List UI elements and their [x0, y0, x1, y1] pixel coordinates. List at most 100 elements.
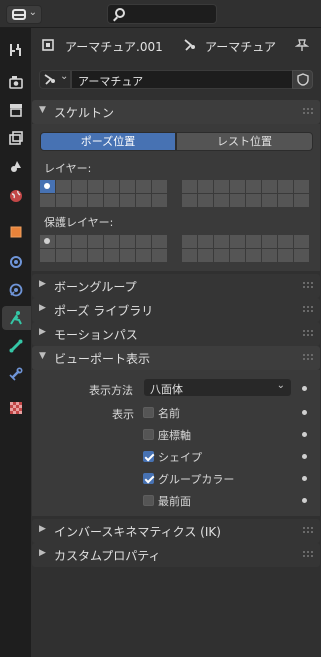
protected-layer-grid-left[interactable] [40, 235, 167, 262]
section-motion-paths-header[interactable]: ▶ モーションパス [32, 322, 320, 346]
show-axes-checkbox[interactable] [143, 429, 154, 440]
properties-editor-icon [12, 9, 26, 20]
tab-texture[interactable] [4, 396, 28, 420]
physics-icon [9, 283, 23, 297]
object-icon [42, 39, 54, 51]
layer-grid-right[interactable] [182, 180, 309, 207]
show-shapes-checkbox[interactable] [143, 451, 154, 462]
armature-icon [184, 39, 195, 51]
show-names-checkbox[interactable] [143, 407, 154, 418]
properties-panel: アーマチュア.001 アーマチュア ⌄ アーマチュア ▼ スケルトン ポーズ位置… [31, 28, 321, 657]
in-front-label: 最前面 [158, 495, 191, 508]
drag-handle-icon[interactable] [303, 330, 315, 336]
display-as-value: 八面体 [150, 383, 183, 396]
show-axes-label: 座標軸 [158, 429, 191, 442]
scene-icon [11, 161, 21, 172]
chevron-down-icon: ⌄ [60, 71, 69, 82]
collapsed-arrow-icon: ▶ [39, 548, 46, 558]
collapsed-arrow-icon: ▶ [39, 303, 46, 313]
protected-layer-grid-right[interactable] [182, 235, 309, 262]
show-shapes-label: シェイプ [158, 451, 202, 464]
keyframe-dot-icon[interactable] [302, 432, 307, 437]
section-title: モーションパス [54, 328, 138, 342]
section-custom-properties-header[interactable]: ▶ カスタムプロパティ [32, 543, 320, 567]
tab-object[interactable] [4, 220, 28, 244]
expanded-arrow-icon: ▼ [39, 351, 46, 361]
editor-header: ⌄ [0, 0, 321, 28]
keyframe-dot-icon[interactable] [302, 410, 307, 415]
section-title: インバースキネマティクス (IK) [54, 525, 221, 539]
pose-position-button[interactable]: ポーズ位置 [40, 132, 176, 151]
tab-tool[interactable] [4, 38, 28, 62]
pin-icon[interactable] [295, 38, 309, 52]
breadcrumb: アーマチュア.001 アーマチュア [31, 28, 321, 61]
tab-view-layer[interactable] [4, 126, 28, 150]
display-as-label: 表示方法 [89, 384, 133, 397]
tab-output[interactable] [4, 98, 28, 122]
armature-icon [44, 74, 55, 85]
world-icon [10, 190, 22, 202]
collapsed-arrow-icon: ▶ [39, 524, 46, 534]
collapsed-arrow-icon: ▶ [39, 327, 46, 337]
drag-handle-icon[interactable] [303, 354, 315, 360]
keyframe-dot-icon[interactable] [302, 476, 307, 481]
section-pose-library-header[interactable]: ▶ ポーズ ライブラリ [32, 298, 320, 322]
render-icon [9, 76, 23, 89]
section-title: ポーズ ライブラリ [54, 304, 154, 318]
tab-world[interactable] [4, 184, 28, 208]
keyframe-dot-icon[interactable] [302, 386, 307, 391]
tab-bone[interactable] [4, 334, 28, 358]
section-skeleton-body: ポーズ位置 レスト位置 レイヤー: 保護レイヤー: [32, 124, 320, 271]
expanded-arrow-icon: ▼ [39, 105, 46, 115]
search-input[interactable] [107, 4, 217, 24]
protected-layers-label: 保護レイヤー: [44, 216, 114, 229]
display-as-select[interactable]: 八面体 ⌄ [143, 378, 292, 397]
layer-grid-left[interactable] [40, 180, 167, 207]
group-colors-checkbox[interactable] [143, 473, 154, 484]
editor-type-menu[interactable]: ⌄ [6, 5, 42, 24]
section-title: ビューポート表示 [54, 352, 151, 366]
chevron-down-icon: ⌄ [276, 380, 285, 391]
fake-user-button[interactable] [292, 70, 313, 89]
tab-render[interactable] [4, 70, 28, 94]
section-viewport-display-header[interactable]: ▼ ビューポート表示 [32, 346, 320, 370]
drag-handle-icon[interactable] [303, 527, 315, 533]
datablock-selector: ⌄ アーマチュア [31, 66, 321, 90]
bone-icon [9, 339, 23, 353]
chevron-down-icon: ⌄ [28, 7, 37, 18]
tab-modifiers[interactable] [4, 250, 28, 274]
show-label: 表示 [112, 408, 134, 421]
keyframe-dot-icon[interactable] [302, 498, 307, 503]
section-skeleton-header[interactable]: ▼ スケルトン [32, 100, 320, 124]
section-title: カスタムプロパティ [54, 549, 161, 563]
drag-handle-icon[interactable] [303, 306, 315, 312]
drag-handle-icon[interactable] [303, 108, 315, 114]
browse-armature-button[interactable]: ⌄ [39, 70, 71, 89]
output-icon [10, 104, 22, 117]
tab-armature-data[interactable] [2, 306, 31, 330]
tab-bone-constraints[interactable] [4, 362, 28, 386]
properties-tab-bar [0, 28, 31, 657]
shield-icon [297, 73, 309, 86]
armature-icon [10, 311, 22, 325]
section-bone-groups-header[interactable]: ▶ ボーングループ [32, 274, 320, 298]
in-front-checkbox[interactable] [143, 495, 154, 506]
breadcrumb-data: アーマチュア [205, 40, 277, 54]
search-icon [115, 8, 125, 18]
tab-physics[interactable] [4, 278, 28, 302]
datablock-name-field[interactable]: アーマチュア [71, 70, 293, 89]
layers-label: レイヤー: [44, 162, 92, 175]
section-title: ボーングループ [54, 280, 137, 294]
drag-handle-icon[interactable] [303, 282, 315, 288]
tab-scene[interactable] [4, 154, 28, 178]
show-names-label: 名前 [158, 407, 180, 420]
rest-position-button[interactable]: レスト位置 [176, 132, 313, 151]
drag-handle-icon[interactable] [303, 551, 315, 557]
bone-constraint-icon [9, 367, 23, 381]
modifier-icon [10, 256, 22, 268]
keyframe-dot-icon[interactable] [302, 454, 307, 459]
breadcrumb-object: アーマチュア.001 [65, 40, 163, 54]
section-inverse-kinematics-header[interactable]: ▶ インバースキネマティクス (IK) [32, 519, 320, 543]
collapsed-arrow-icon: ▶ [39, 279, 46, 289]
section-viewport-display-body: 表示方法 八面体 ⌄ 表示 名前 座標軸 シェイプ グループカラー 最前面 [32, 370, 320, 516]
